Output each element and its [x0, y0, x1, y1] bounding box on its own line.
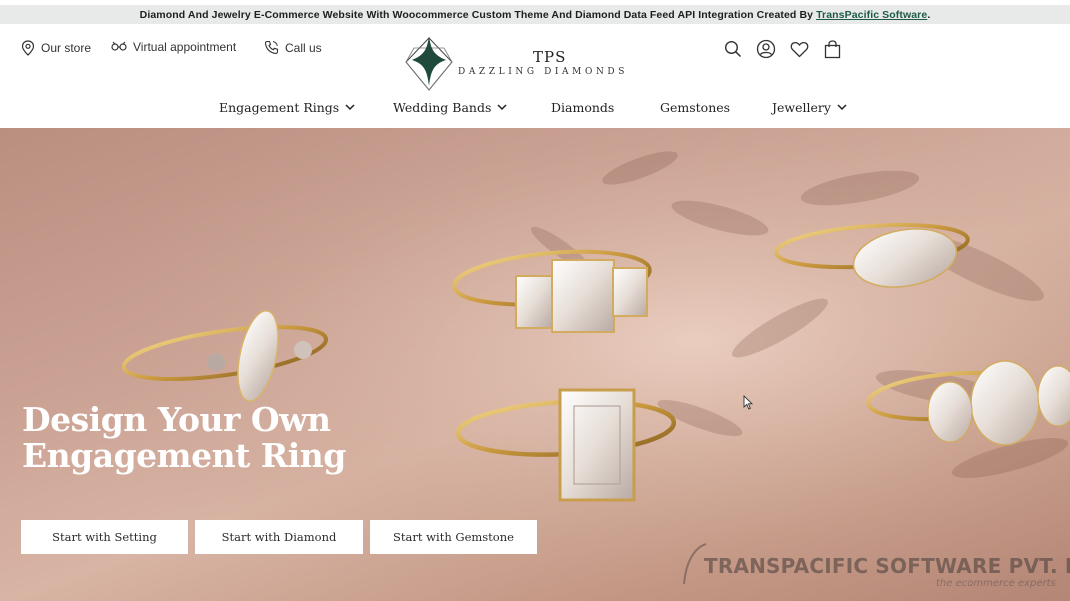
- site-header: Our store Virtual appointment Call us TP…: [0, 30, 1070, 128]
- nav-diamonds[interactable]: Diamonds: [551, 100, 614, 115]
- account-icon[interactable]: [755, 38, 777, 60]
- diamond-star-logo-icon: [405, 36, 453, 91]
- main-navigation: Engagement Rings Wedding Bands Diamonds …: [0, 100, 1070, 120]
- hero-banner: Design Your Own Engagement Ring Start wi…: [0, 128, 1070, 601]
- logo-brand-text: TPS: [533, 48, 567, 66]
- start-with-setting-button[interactable]: Start with Setting: [21, 520, 188, 554]
- chevron-down-icon: [837, 104, 847, 111]
- call-us-link[interactable]: Call us: [264, 40, 322, 55]
- site-logo[interactable]: TPS DAZZLING DIAMONDS: [400, 34, 640, 92]
- location-pin-icon: [21, 40, 35, 56]
- wishlist-heart-icon[interactable]: [788, 38, 810, 60]
- nav-label: Engagement Rings: [219, 100, 340, 115]
- nav-wedding-bands[interactable]: Wedding Bands: [393, 100, 507, 115]
- chevron-down-icon: [345, 104, 355, 111]
- virtual-appointment-icon: [111, 41, 127, 51]
- chevron-down-icon: [497, 104, 507, 111]
- virtual-appointment-link[interactable]: Virtual appointment: [111, 40, 236, 54]
- watermark-company-text: TRANSPACIFIC SOFTWARE PVT. LTD.: [704, 554, 1070, 578]
- call-us-label: Call us: [285, 40, 322, 55]
- our-store-link[interactable]: Our store: [21, 40, 91, 56]
- nav-label: Jewellery: [772, 100, 831, 115]
- announcement-bar: Diamond And Jewelry E-Commerce Website W…: [0, 0, 1070, 30]
- transpacific-link[interactable]: TransPacific Software: [816, 9, 927, 21]
- nav-engagement-rings[interactable]: Engagement Rings: [219, 100, 355, 115]
- logo-tagline-text: DAZZLING DIAMONDS: [458, 67, 628, 77]
- start-with-diamond-button[interactable]: Start with Diamond: [195, 520, 363, 554]
- start-with-gemstone-button[interactable]: Start with Gemstone: [370, 520, 537, 554]
- header-icon-group: [722, 38, 854, 60]
- announcement-suffix: .: [927, 8, 931, 21]
- phone-icon: [264, 40, 279, 54]
- watermark-tagline-text: the ecommerce experts: [936, 578, 1056, 589]
- mouse-cursor-icon: [743, 395, 753, 410]
- virtual-appointment-label: Virtual appointment: [133, 40, 237, 54]
- nav-label: Gemstones: [660, 100, 731, 115]
- nav-gemstones[interactable]: Gemstones: [660, 100, 730, 115]
- cart-bag-icon[interactable]: [821, 38, 843, 60]
- our-store-label: Our store: [41, 41, 92, 55]
- company-watermark: TRANSPACIFIC SOFTWARE PVT. LTD. the ecom…: [680, 540, 1070, 596]
- nav-jewellery[interactable]: Jewellery: [772, 100, 847, 115]
- hero-title-line1: Design Your Own: [22, 400, 331, 439]
- nav-label: Diamonds: [551, 100, 615, 115]
- hero-title-line2: Engagement Ring: [22, 436, 346, 475]
- search-icon[interactable]: [722, 38, 744, 60]
- announcement-strip: Diamond And Jewelry E-Commerce Website W…: [0, 5, 1070, 24]
- nav-label: Wedding Bands: [393, 100, 492, 115]
- hero-title: Design Your Own Engagement Ring: [22, 402, 346, 474]
- announcement-text: Diamond And Jewelry E-Commerce Website W…: [139, 8, 814, 21]
